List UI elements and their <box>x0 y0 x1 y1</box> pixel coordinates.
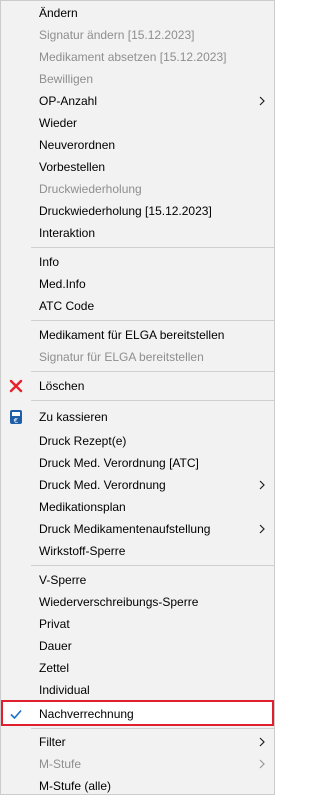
submenu-arrow-icon <box>258 734 266 750</box>
menu-item-druck-medikamentenaufstellung[interactable]: Druck Medikamentenaufstellung <box>1 518 274 540</box>
menu-item-nachverrechnung[interactable]: Nachverrechnung <box>1 700 274 726</box>
menu-item-signatur-aendern[interactable]: Signatur ändern [15.12.2023] <box>1 24 274 46</box>
menu-item-vorbestellen[interactable]: Vorbestellen <box>1 156 274 178</box>
menu-item-label: M-Stufe (alle) <box>39 779 112 793</box>
menu-item-label: Privat <box>39 617 70 631</box>
menu-item-druck-rezepte[interactable]: Druck Rezept(e) <box>1 430 274 452</box>
menu-item-druck-verordnung-atc[interactable]: Druck Med. Verordnung [ATC] <box>1 452 274 474</box>
menu-item-zu-kassieren[interactable]: € Zu kassieren <box>1 406 274 428</box>
menu-item-label: M-Stufe <box>39 757 82 771</box>
submenu-arrow-icon <box>258 93 266 109</box>
menu-item-individual[interactable]: Individual <box>1 679 274 701</box>
menu-item-label: Filter <box>39 735 66 749</box>
menu-item-atc-code[interactable]: ATC Code <box>1 295 274 317</box>
menu-item-label: Druck Medikamentenaufstellung <box>39 522 211 536</box>
menu-item-label: Druckwiederholung [15.12.2023] <box>39 204 212 218</box>
menu-item-label: Druck Med. Verordnung [ATC] <box>39 456 199 470</box>
menu-item-zettel[interactable]: Zettel <box>1 657 274 679</box>
menu-item-label: V-Sperre <box>39 573 87 587</box>
menu-item-label: Bewilligen <box>39 72 94 86</box>
menu-item-info[interactable]: Info <box>1 251 274 273</box>
menu-item-label: Wieder <box>39 116 78 130</box>
menu-item-label: Nachverrechnung <box>39 707 134 721</box>
menu-item-interaktion[interactable]: Interaktion <box>1 222 274 244</box>
menu-item-label: ATC Code <box>39 299 95 313</box>
menu-item-label: Löschen <box>39 379 85 393</box>
menu-item-label: OP-Anzahl <box>39 94 98 108</box>
menu-item-label: Info <box>39 255 60 269</box>
menu-item-bewilligen[interactable]: Bewilligen <box>1 68 274 90</box>
menu-item-label: Zu kassieren <box>39 410 108 424</box>
menu-item-label: Vorbestellen <box>39 160 106 174</box>
menu-item-label: Druck Med. Verordnung <box>39 478 166 492</box>
menu-item-label: Druck Rezept(e) <box>39 434 127 448</box>
checkmark-icon <box>8 706 24 722</box>
submenu-arrow-icon <box>258 477 266 493</box>
menu-item-label: Signatur für ELGA bereitstellen <box>39 350 204 364</box>
menu-item-elga-bereitstellen[interactable]: Medikament für ELGA bereitstellen <box>1 324 274 346</box>
menu-item-op-anzahl[interactable]: OP-Anzahl <box>1 90 274 112</box>
menu-item-dauer[interactable]: Dauer <box>1 635 274 657</box>
menu-item-loeschen[interactable]: Löschen <box>1 375 274 397</box>
svg-text:€: € <box>14 417 18 425</box>
menu-item-label: Medikament absetzen [15.12.2023] <box>39 50 227 64</box>
menu-item-signatur-elga[interactable]: Signatur für ELGA bereitstellen <box>1 346 274 368</box>
menu-item-m-stufe[interactable]: M-Stufe <box>1 753 274 775</box>
menu-item-filter[interactable]: Filter <box>1 731 274 753</box>
menu-separator <box>31 371 274 372</box>
menu-item-aendern[interactable]: Ändern <box>1 2 274 24</box>
menu-item-wirkstoff-sperre[interactable]: Wirkstoff-Sperre <box>1 540 274 562</box>
menu-item-label: Wirkstoff-Sperre <box>39 544 126 558</box>
menu-item-label: Medikationsplan <box>39 500 126 514</box>
red-x-delete-icon <box>8 378 24 394</box>
menu-item-neuverordnen[interactable]: Neuverordnen <box>1 134 274 156</box>
menu-item-label: Dauer <box>39 639 72 653</box>
menu-separator <box>31 320 274 321</box>
cash-register-icon: € <box>8 409 24 425</box>
menu-item-label: Med.Info <box>39 277 86 291</box>
menu-item-label: Neuverordnen <box>39 138 116 152</box>
menu-item-privat[interactable]: Privat <box>1 613 274 635</box>
menu-item-label: Individual <box>39 683 90 697</box>
menu-item-druckwiederholung[interactable]: Druckwiederholung <box>1 178 274 200</box>
menu-item-wieder[interactable]: Wieder <box>1 112 274 134</box>
menu-item-label: Interaktion <box>39 226 96 240</box>
menu-item-med-info[interactable]: Med.Info <box>1 273 274 295</box>
menu-separator <box>31 728 274 729</box>
menu-item-label: Zettel <box>39 661 70 675</box>
menu-item-m-stufe-alle[interactable]: M-Stufe (alle) <box>1 775 274 794</box>
submenu-arrow-icon <box>258 521 266 537</box>
menu-item-label: Ändern <box>39 6 78 20</box>
menu-item-druck-verordnung[interactable]: Druck Med. Verordnung <box>1 474 274 496</box>
menu-item-label: Medikament für ELGA bereitstellen <box>39 328 225 342</box>
menu-item-medikationsplan[interactable]: Medikationsplan <box>1 496 274 518</box>
context-menu: Ändern Signatur ändern [15.12.2023] Medi… <box>0 0 275 795</box>
menu-item-wiederverschreibungs-sperre[interactable]: Wiederverschreibungs-Sperre <box>1 591 274 613</box>
menu-item-v-sperre[interactable]: V-Sperre <box>1 569 274 591</box>
submenu-arrow-icon <box>258 756 266 772</box>
menu-item-label: Signatur ändern [15.12.2023] <box>39 28 195 42</box>
menu-item-label: Wiederverschreibungs-Sperre <box>39 595 199 609</box>
menu-separator <box>31 565 274 566</box>
menu-separator <box>31 400 274 401</box>
menu-item-druckwiederholung-datum[interactable]: Druckwiederholung [15.12.2023] <box>1 200 274 222</box>
menu-separator <box>31 247 274 248</box>
menu-item-label: Druckwiederholung <box>39 182 142 196</box>
menu-item-medikament-absetzen[interactable]: Medikament absetzen [15.12.2023] <box>1 46 274 68</box>
